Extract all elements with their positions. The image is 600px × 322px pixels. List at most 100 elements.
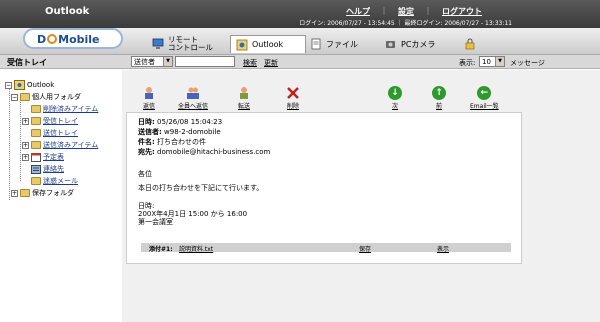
tab-file-label: ファイル [326,39,358,49]
reply-all-label: 全員へ返信 [178,103,209,110]
tree-junk-label: 迷惑メール [43,177,78,185]
display-count-select[interactable]: 10 ▼ [479,56,505,67]
prev-button[interactable]: ↑ 前 [432,86,446,110]
folder-icon [20,93,30,101]
body-greeting: 各位 [138,170,152,178]
attachment-row: 添付#1: 説明資料.txt 保存 表示 [141,243,511,253]
separator: ｜ [380,7,388,16]
tree-sent-items[interactable]: + 送信済みアイテム [22,140,98,150]
settings-link[interactable]: 設定 [398,6,414,17]
tab-file[interactable]: ファイル [310,35,358,53]
forward-icon [240,87,248,99]
attachment-label: 添付#1: [149,246,173,253]
tree-personal-folders[interactable]: − 個人用フォルダ [11,92,81,102]
display-count-value: 10 [482,58,491,66]
header-subject: 件名: 打ち合わせの件 [138,137,206,147]
top-links: ヘルプ ｜ 設定 ｜ ログアウト [346,6,482,17]
message-action-bar: 返信 全員へ返信 転送 削除 ↓ 次 ↑ 前 ← Email一覧 [122,70,522,110]
logo-text-pre: D [37,33,47,46]
camera-icon [386,41,395,48]
prev-label: 前 [435,103,442,110]
tree-calendar-label: 予定表 [43,153,64,161]
tree-personal-label: 個人用フォルダ [32,93,81,101]
reply-all-button[interactable]: 全員へ返信 [178,86,208,110]
contacts-icon [31,164,41,174]
refresh-link[interactable]: 更新 [264,58,278,68]
tree-archive-label: 保存フォルダ [32,189,74,197]
search-link[interactable]: 検索 [243,58,257,68]
arrow-up-icon: ↑ [432,86,446,100]
toolbar-row: 受信トレイ 送信者 ▼ 検索 更新 表示: 10 ▼ メッセージ [0,55,600,69]
next-button[interactable]: ↓ 次 [388,86,402,110]
expand-icon[interactable]: + [22,153,29,161]
search-field-select[interactable]: 送信者 ▼ [131,56,173,67]
outlook-icon [236,39,248,50]
logout-link[interactable]: ログアウト [442,6,482,17]
chevron-down-icon: ▼ [495,57,504,66]
header-from: 送信者: w98-2-domobile [138,127,221,137]
delete-icon [287,87,299,99]
tree-deleted-items[interactable]: 削除済みアイテム [31,104,98,114]
delete-label: 削除 [286,103,299,110]
tree-inbox-label: 受信トレイ [43,117,78,125]
header-date: 日時: 05/26/08 15:04:23 [138,117,222,127]
expand-icon[interactable]: + [22,117,29,125]
expand-icon[interactable]: + [11,189,18,197]
right-margin [522,70,600,322]
folder-icon [31,117,41,125]
tree-deleted-label: 削除済みアイテム [43,105,99,113]
forward-button[interactable]: 転送 [237,86,251,110]
expand-icon[interactable]: + [22,141,29,149]
tab-outlook-label: Outlook [252,40,284,49]
separator: ｜ [424,7,432,16]
email-list-button[interactable]: ← Email一覧 [470,86,499,110]
search-input[interactable] [175,56,235,67]
lock-button[interactable] [464,35,476,53]
tab-remote-control[interactable]: リモート コントロール [152,35,213,53]
arrow-down-icon: ↓ [388,86,402,100]
body-where: 第一会議室 [138,218,173,226]
email-list-label: Email一覧 [470,103,499,110]
forward-label: 転送 [237,103,250,110]
tree-outbox[interactable]: 送信トレイ [31,128,78,138]
tree-root[interactable]: − Outlook [5,80,54,90]
tree-sent-label: 送信済みアイテム [43,141,99,149]
date-label: 日時: [138,118,155,126]
display-label: 表示: [459,59,476,67]
tab-remote-label-2: コントロール [168,43,213,52]
folder-icon [31,105,41,113]
message-view: 日時: 05/26/08 15:04:23 送信者: w98-2-domobil… [126,112,522,264]
attachment-view-link[interactable]: 表示 [437,244,449,253]
reply-button[interactable]: 返信 [142,86,156,110]
folder-icon [31,141,41,149]
collapse-icon[interactable]: − [5,81,12,89]
from-value: w98-2-domobile [164,128,221,136]
folder-heading: 受信トレイ [7,58,47,67]
subject-value: 打ち合わせの件 [157,138,207,146]
reply-icon [145,87,153,99]
top-header-bar: Outlook ヘルプ ｜ 設定 ｜ ログアウト ログイン: 2006/07/2… [0,0,600,28]
domobile-logo: D Mobile [23,28,123,49]
collapse-icon[interactable]: − [11,93,18,101]
tree-calendar[interactable]: + 予定表 [22,152,64,162]
arrow-left-icon: ← [477,86,492,100]
lock-icon [465,38,475,50]
delete-button[interactable]: 削除 [286,86,300,110]
reply-all-icon [187,87,199,99]
next-label: 次 [391,103,398,110]
help-link[interactable]: ヘルプ [346,6,370,17]
tree-contacts[interactable]: 連絡先 [31,164,64,174]
tree-inbox[interactable]: + 受信トレイ [22,116,78,126]
chevron-down-icon: ▼ [163,57,172,66]
outlook-icon [14,80,25,90]
tree-outbox-label: 送信トレイ [43,129,78,137]
tree-archive[interactable]: + 保存フォルダ [11,188,74,198]
date-value: 05/26/08 15:04:23 [157,118,223,126]
tab-pc-camera[interactable]: PCカメラ [385,35,435,53]
attachment-save-link[interactable]: 保存 [359,244,371,253]
attachment-name-link[interactable]: 説明資料.txt [179,244,213,253]
body-line-1: 本日の打ち合わせを下記にて行います。 [138,184,264,192]
monitor-icon [152,38,164,49]
tree-junk[interactable]: 迷惑メール [31,176,78,186]
tab-outlook[interactable]: Outlook [230,35,307,53]
